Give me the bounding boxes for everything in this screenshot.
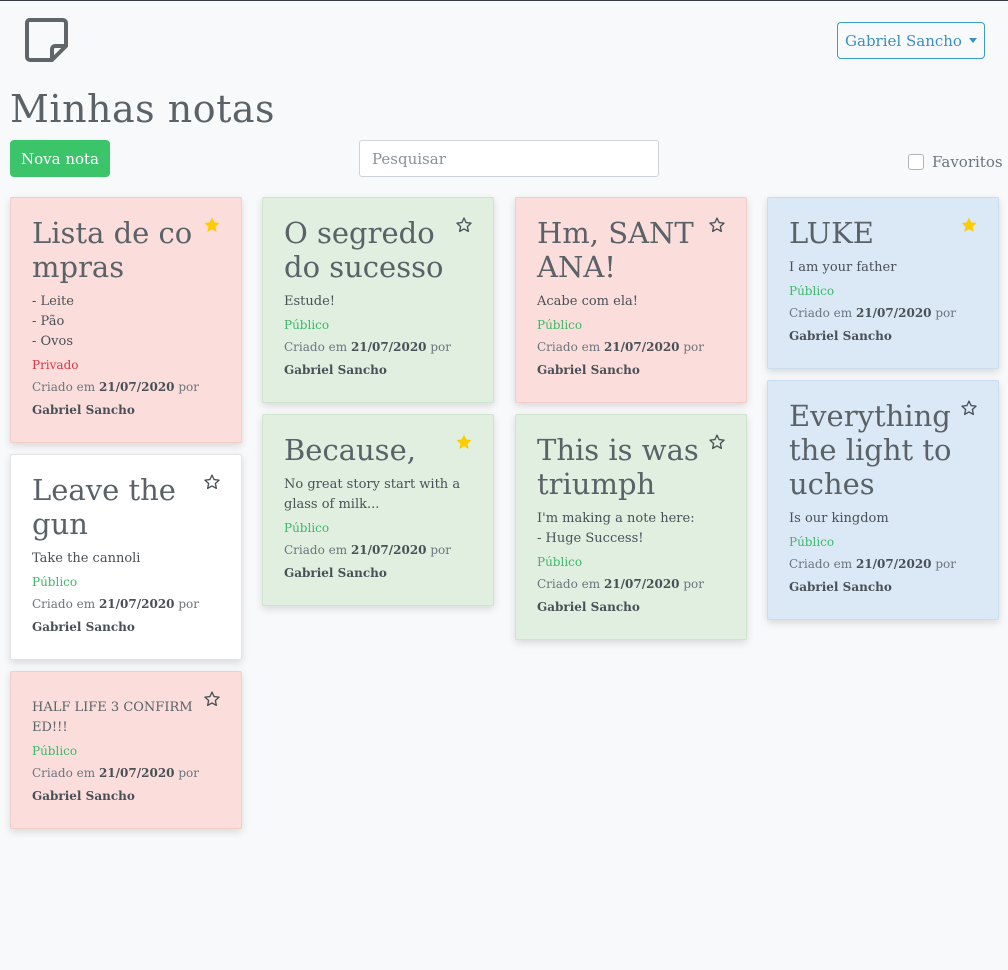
visibility-label: Público	[789, 535, 835, 549]
visibility-label: Público	[32, 744, 78, 758]
note-card[interactable]: This is was triumph I'm making a note he…	[515, 414, 747, 640]
note-meta: Criado em 21/07/2020 por Gabriel Sancho	[789, 557, 956, 594]
visibility-label: Público	[789, 284, 835, 298]
note-title: O segredo do sucesso	[284, 216, 444, 284]
star-outline-icon[interactable]	[960, 399, 978, 417]
note-card[interactable]: Everything the light touches Is our king…	[767, 380, 999, 620]
note-title: HALF LIFE 3 CONFIRMED!!!	[32, 700, 193, 735]
star-outline-icon[interactable]	[203, 690, 221, 708]
note-title: Lista de compras	[32, 216, 193, 284]
note-card[interactable]: HALF LIFE 3 CONFIRMED!!! Público Criado …	[10, 671, 242, 829]
favorites-filter[interactable]: Favoritos	[908, 153, 1003, 171]
star-outline-icon[interactable]	[455, 216, 473, 234]
note-title: Because,	[284, 433, 416, 467]
user-menu-button[interactable]: Gabriel Sancho	[837, 22, 985, 59]
note-body: No great story start with a glass of mil…	[284, 477, 461, 512]
note-card[interactable]: Hm, SANTANA! Acabe com ela! Público Cria…	[515, 197, 747, 403]
visibility-label: Público	[537, 555, 583, 569]
note-card[interactable]: O segredo do sucesso Estude! Público Cri…	[262, 197, 494, 403]
note-body: Estude!	[284, 294, 335, 309]
note-title: Hm, SANTANA!	[537, 216, 694, 284]
new-note-button[interactable]: Nova nota	[10, 140, 110, 177]
visibility-label: Público	[284, 521, 330, 535]
chevron-down-icon	[968, 38, 977, 43]
note-card[interactable]: Leave the gun Take the cannoli Público C…	[10, 454, 242, 660]
note-meta: Criado em 21/07/2020 por Gabriel Sancho	[284, 543, 451, 580]
star-filled-icon[interactable]	[960, 216, 978, 234]
note-card[interactable]: Lista de compras - Leite - Pão - Ovos Pr…	[10, 197, 242, 443]
note-meta: Criado em 21/07/2020 por Gabriel Sancho	[537, 577, 704, 614]
note-meta: Criado em 21/07/2020 por Gabriel Sancho	[32, 597, 199, 634]
favorites-label: Favoritos	[932, 153, 1003, 171]
star-outline-icon[interactable]	[708, 433, 726, 451]
star-filled-icon[interactable]	[203, 216, 221, 234]
note-body: I'm making a note here: - Huge Success!	[537, 511, 695, 546]
favorites-checkbox[interactable]	[908, 154, 924, 170]
note-card[interactable]: LUKE I am your father Público Criado em …	[767, 197, 999, 369]
search-input[interactable]	[359, 140, 659, 177]
star-outline-icon[interactable]	[203, 473, 221, 491]
note-body: Take the cannoli	[32, 551, 141, 566]
user-menu-label: Gabriel Sancho	[845, 31, 962, 50]
note-meta: Criado em 21/07/2020 por Gabriel Sancho	[789, 306, 956, 343]
star-filled-icon[interactable]	[455, 433, 473, 451]
visibility-label: Privado	[32, 358, 79, 372]
note-body: Acabe com ela!	[537, 294, 638, 309]
note-body: Is our kingdom	[789, 511, 889, 526]
star-outline-icon[interactable]	[708, 216, 726, 234]
note-title: Everything the light touches	[789, 399, 952, 501]
note-title: LUKE	[789, 216, 874, 250]
note-card[interactable]: Because, No great story start with a gla…	[262, 414, 494, 606]
note-meta: Criado em 21/07/2020 por Gabriel Sancho	[537, 340, 704, 377]
note-body: I am your father	[789, 260, 897, 275]
note-title: This is was triumph	[537, 433, 699, 501]
sticky-note-icon	[25, 18, 68, 62]
note-body: - Leite - Pão - Ovos	[32, 294, 74, 349]
visibility-label: Público	[284, 318, 330, 332]
note-meta: Criado em 21/07/2020 por Gabriel Sancho	[284, 340, 451, 377]
note-meta: Criado em 21/07/2020 por Gabriel Sancho	[32, 766, 199, 803]
note-meta: Criado em 21/07/2020 por Gabriel Sancho	[32, 380, 199, 417]
note-title: Leave the gun	[32, 473, 176, 541]
visibility-label: Público	[537, 318, 583, 332]
visibility-label: Público	[32, 575, 78, 589]
page-title: Minhas notas	[10, 87, 276, 131]
